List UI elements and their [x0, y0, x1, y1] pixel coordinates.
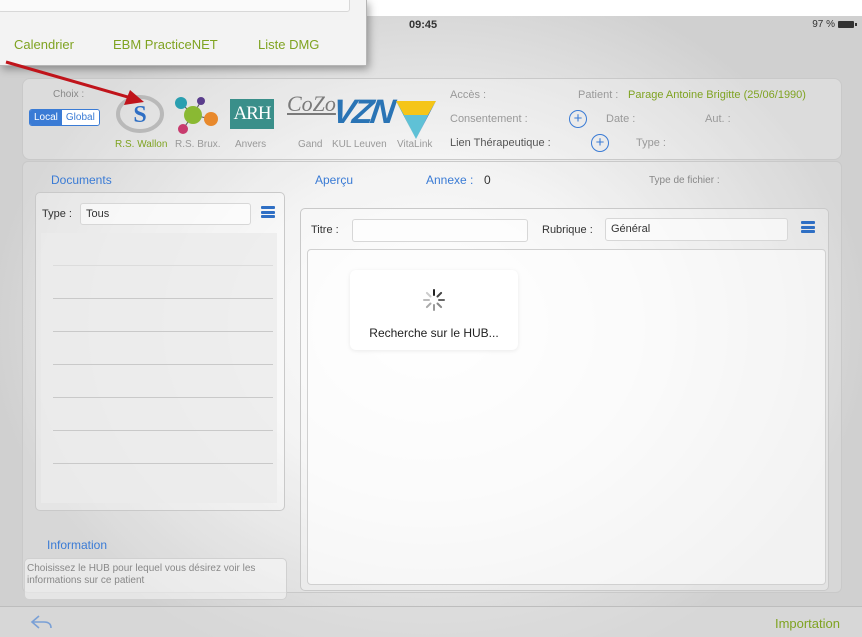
annotation-arrow-icon — [5, 60, 144, 105]
